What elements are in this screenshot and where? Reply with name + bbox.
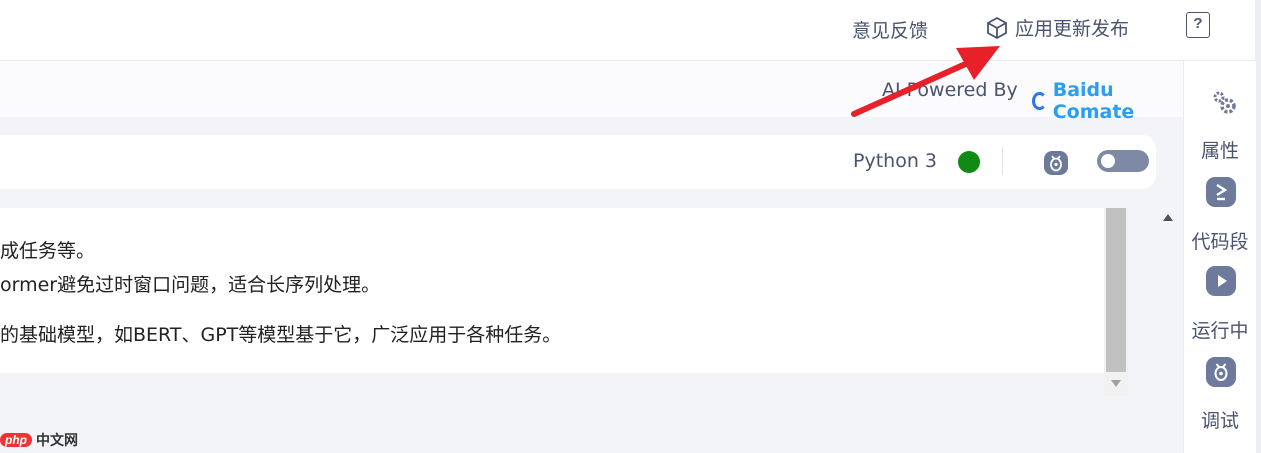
output-line: 成任务等。 <box>0 240 96 262</box>
debug-toggle[interactable] <box>1097 150 1149 172</box>
page-scroll-track[interactable] <box>1158 208 1180 453</box>
scroll-down-arrow-icon[interactable] <box>1111 380 1121 387</box>
chevron-right-icon <box>1216 183 1228 201</box>
play-icon[interactable] <box>1206 266 1236 296</box>
toolbar-divider <box>1002 147 1003 175</box>
comate-logo-icon <box>1032 92 1047 110</box>
help-icon[interactable]: ? <box>1186 12 1210 38</box>
annotation-arrow-icon <box>851 46 1000 117</box>
output-line: ormer避免过时窗口问题，适合长序列处理。 <box>0 274 381 296</box>
output-line: 的基础模型，如BERT、GPT等模型基于它，广泛应用于各种任务。 <box>0 324 562 346</box>
watermark-text: 中文网 <box>36 433 78 449</box>
package-icon <box>987 16 1007 39</box>
scrollbar-thumb[interactable] <box>1106 208 1126 372</box>
site-watermark: php 中文网 <box>0 430 78 450</box>
triangle-icon <box>1218 275 1227 287</box>
scroll-up-arrow-icon[interactable] <box>1163 214 1173 221</box>
sidebar-item-running[interactable]: 运行中 <box>1184 316 1256 343</box>
debug-icon[interactable] <box>1206 357 1236 387</box>
bug-icon <box>1214 363 1228 381</box>
code-snippet-icon[interactable] <box>1206 177 1236 207</box>
sidebar-item-debug[interactable]: 调试 <box>1184 406 1256 433</box>
kernel-name[interactable]: Python 3 <box>853 150 937 172</box>
kernel-toolbar: Python 3 <box>0 135 1156 189</box>
php-logo: php <box>0 433 32 447</box>
gears-icon <box>1213 91 1236 114</box>
brand-name: Baidu Comate <box>1052 79 1135 123</box>
output-scrollbar[interactable] <box>1104 208 1128 396</box>
right-sidebar: 属性 代码段 运行中 调试 <box>1183 61 1256 453</box>
brand-logo: Baidu Comate <box>1032 79 1183 123</box>
publish-update-button[interactable]: 应用更新发布 <box>985 14 1129 41</box>
debug-icon[interactable] <box>1043 150 1069 176</box>
toggle-knob <box>1101 154 1115 168</box>
top-bar: 意见反馈 应用更新发布 ? <box>0 0 1261 61</box>
cell-output: 成任务等。 ormer避免过时窗口问题，适合长序列处理。 的基础模型，如BERT… <box>0 208 1104 373</box>
feedback-link[interactable]: 意见反馈 <box>852 16 928 43</box>
sidebar-item-properties[interactable]: 属性 <box>1184 136 1256 163</box>
publish-label: 应用更新发布 <box>1015 18 1130 40</box>
sidebar-item-snippets[interactable]: 代码段 <box>1184 227 1256 254</box>
kernel-status-indicator <box>958 151 980 173</box>
